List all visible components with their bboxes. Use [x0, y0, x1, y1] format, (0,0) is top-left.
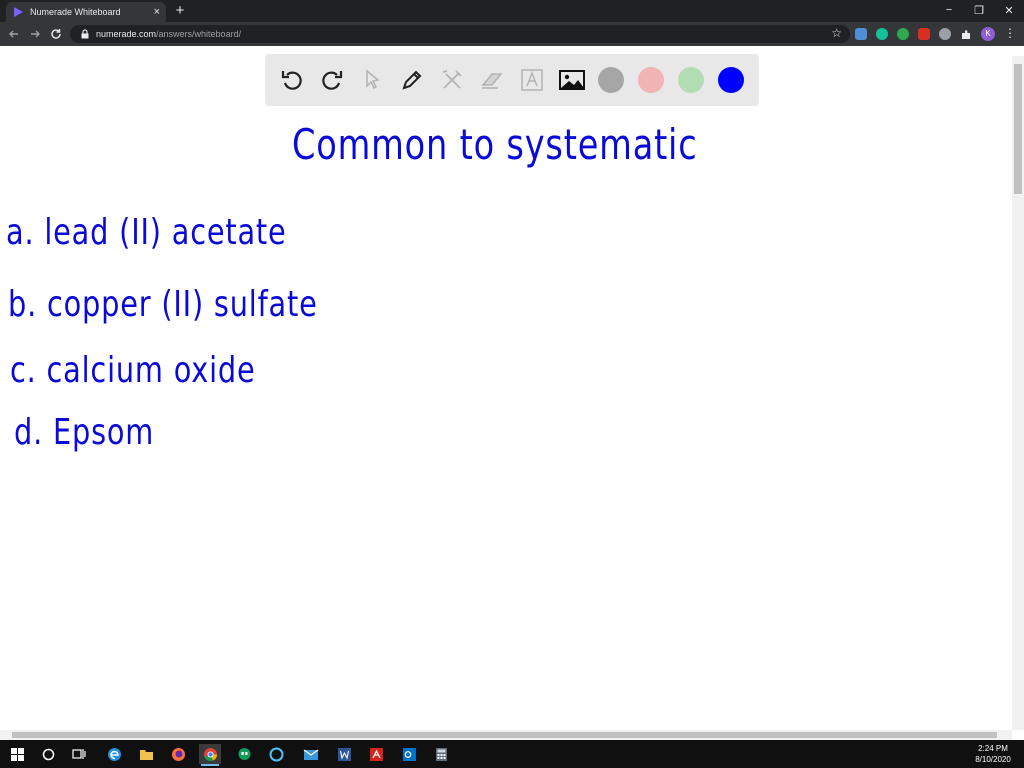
- new-tab-button[interactable]: +: [172, 3, 188, 19]
- windows-start-icon[interactable]: [6, 744, 28, 764]
- edge-icon[interactable]: [103, 744, 125, 764]
- system-clock[interactable]: 2:24 PM 8/10/2020: [968, 743, 1018, 765]
- undo-icon: [281, 71, 302, 90]
- color-swatch-blue[interactable]: [718, 67, 744, 93]
- reload-icon: [51, 29, 61, 39]
- ink-item-d: d. Epsom: [14, 412, 155, 453]
- minimize-button[interactable]: −: [934, 0, 964, 20]
- horizontal-scrollbar[interactable]: [0, 730, 1012, 740]
- search-circle-icon[interactable]: [37, 744, 59, 764]
- select-tool-button[interactable]: [357, 65, 387, 95]
- reload-button[interactable]: [48, 26, 64, 42]
- extension-gray-icon[interactable]: [939, 28, 951, 40]
- mail-icon[interactable]: [300, 744, 322, 764]
- extension-screenshot-icon[interactable]: [855, 28, 867, 40]
- drawing-toolbar: [265, 54, 759, 106]
- horizontal-scroll-thumb[interactable]: [12, 732, 997, 738]
- forward-arrow-icon: [31, 30, 40, 38]
- close-window-button[interactable]: ✕: [994, 0, 1024, 20]
- image-icon: [559, 70, 585, 90]
- back-button[interactable]: [6, 26, 22, 42]
- extension-green-icon[interactable]: [897, 28, 909, 40]
- url-path: /answers/whiteboard/: [156, 29, 242, 39]
- tab-numerade-whiteboard[interactable]: Numerade Whiteboard ×: [6, 2, 166, 22]
- browser-toolbar: numerade.com/answers/whiteboard/ ☆ K ⋮: [0, 22, 1024, 46]
- file-explorer-icon[interactable]: [135, 744, 157, 764]
- bookmark-star-icon[interactable]: ☆: [831, 26, 842, 40]
- ink-item-a: a. lead (II) acetate: [6, 212, 287, 253]
- tab-strip: Numerade Whiteboard × + − ❐ ✕: [0, 0, 1024, 22]
- forward-button[interactable]: [27, 26, 43, 42]
- ink-title: Common to systematic: [292, 120, 698, 169]
- hangouts-icon[interactable]: [233, 744, 255, 764]
- whiteboard-canvas[interactable]: Common to systematic a. lead (II) acetat…: [0, 46, 1024, 740]
- eraser-tool-button[interactable]: [477, 65, 507, 95]
- pen-tool-button[interactable]: [397, 65, 427, 95]
- tab-close-icon[interactable]: ×: [154, 6, 160, 18]
- color-swatch-gray[interactable]: [598, 67, 624, 93]
- numerade-favicon-icon: [14, 7, 23, 17]
- undo-button[interactable]: [277, 65, 307, 95]
- ink-item-b: b. copper (II) sulfate: [8, 284, 318, 325]
- calculator-icon[interactable]: [430, 744, 452, 764]
- chrome-menu-icon[interactable]: ⋮: [1004, 26, 1016, 40]
- redo-icon: [322, 71, 343, 90]
- extension-m-icon[interactable]: [918, 28, 930, 40]
- profile-avatar[interactable]: K: [981, 27, 995, 41]
- clock-time: 2:24 PM: [978, 744, 1008, 753]
- chrome-icon[interactable]: [199, 744, 221, 766]
- cortana-icon[interactable]: [265, 744, 287, 764]
- address-bar[interactable]: numerade.com/answers/whiteboard/ ☆: [70, 25, 850, 43]
- color-swatch-green[interactable]: [678, 67, 704, 93]
- select-pointer-icon: [366, 69, 380, 90]
- clock-date: 8/10/2020: [975, 755, 1011, 764]
- back-arrow-icon: [9, 30, 18, 38]
- pen-icon: [402, 70, 422, 90]
- restore-button[interactable]: ❐: [964, 0, 994, 20]
- word-icon[interactable]: [333, 744, 355, 764]
- tools-button[interactable]: [437, 65, 467, 95]
- acrobat-icon[interactable]: [365, 744, 387, 764]
- eraser-icon: [481, 73, 503, 89]
- color-swatch-pink[interactable]: [638, 67, 664, 93]
- extensions-puzzle-icon[interactable]: [960, 28, 972, 40]
- task-view-icon[interactable]: [68, 744, 90, 764]
- lock-icon: [81, 29, 89, 39]
- extension-grammarly-icon[interactable]: [876, 28, 888, 40]
- image-tool-button[interactable]: [557, 65, 587, 95]
- vertical-scrollbar[interactable]: [1012, 56, 1024, 730]
- redo-button[interactable]: [317, 65, 347, 95]
- vertical-scroll-thumb[interactable]: [1014, 64, 1022, 194]
- url-text: numerade.com/answers/whiteboard/: [96, 29, 241, 39]
- url-host: numerade.com: [96, 29, 157, 39]
- ink-item-c: c. calcium oxide: [10, 350, 256, 391]
- text-tool-button[interactable]: [517, 65, 547, 95]
- text-icon: [521, 69, 543, 91]
- outlook-icon[interactable]: [398, 744, 420, 764]
- windows-taskbar: 2:24 PM 8/10/2020: [0, 740, 1024, 768]
- tab-title: Numerade Whiteboard: [30, 7, 121, 17]
- tools-icon: [442, 70, 462, 89]
- firefox-icon[interactable]: [167, 744, 189, 764]
